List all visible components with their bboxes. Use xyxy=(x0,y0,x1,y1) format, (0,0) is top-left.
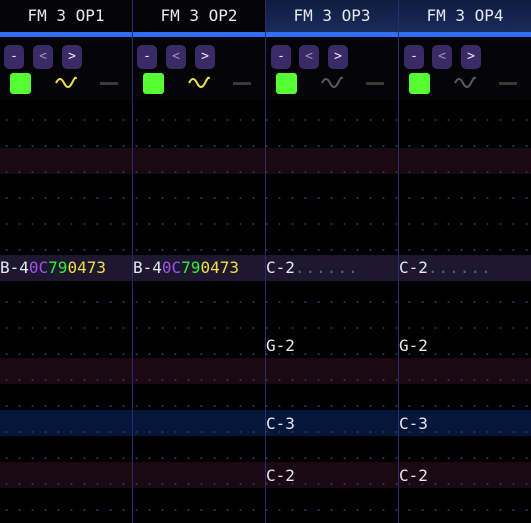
empty-columns: ...... xyxy=(427,258,492,277)
collapse-button[interactable]: - xyxy=(4,45,24,69)
note[interactable]: C-3 xyxy=(399,414,428,434)
channel-mode-indicator[interactable] xyxy=(233,82,251,85)
next-button[interactable]: > xyxy=(195,45,215,69)
channel-mode-indicator[interactable] xyxy=(100,82,118,85)
channel-color-bar xyxy=(266,32,398,37)
prev-button[interactable]: < xyxy=(166,45,186,69)
effect: 0473 xyxy=(200,258,239,277)
collapse-button[interactable]: - xyxy=(404,45,424,69)
note: B-4 xyxy=(133,258,162,277)
channel-2: FM 3 OP2 - < > xyxy=(133,0,265,100)
channel-mode-indicator[interactable] xyxy=(499,82,517,85)
note[interactable]: G-2 xyxy=(266,336,295,356)
effect: 0473 xyxy=(67,258,106,277)
note: C-2 xyxy=(399,258,428,277)
channel-color-bar xyxy=(0,32,132,37)
channel-title[interactable]: FM 3 OP3 xyxy=(266,0,398,33)
sine-wave-icon[interactable] xyxy=(321,74,343,92)
pattern-cell[interactable]: B-40C790473 xyxy=(133,258,239,278)
collapse-button[interactable]: - xyxy=(271,45,291,69)
channel-1: FM 3 OP1 - < > xyxy=(0,0,132,100)
next-button[interactable]: > xyxy=(328,45,348,69)
prev-button[interactable]: < xyxy=(432,45,452,69)
channel-mode-indicator[interactable] xyxy=(366,82,384,85)
note[interactable]: C-2 xyxy=(399,466,428,486)
next-button[interactable]: > xyxy=(461,45,481,69)
channel-title[interactable]: FM 3 OP1 xyxy=(0,0,132,33)
pattern-cell[interactable]: C-2...... xyxy=(266,258,359,278)
channel-enable-toggle[interactable] xyxy=(10,73,31,94)
sine-wave-icon[interactable] xyxy=(454,74,476,92)
sine-wave-icon[interactable] xyxy=(188,74,210,92)
prev-button[interactable]: < xyxy=(33,45,53,69)
channel-color-bar xyxy=(399,32,531,37)
channel-title[interactable]: FM 3 OP4 xyxy=(399,0,531,33)
channel-enable-toggle[interactable] xyxy=(276,73,297,94)
note[interactable]: C-2 xyxy=(266,466,295,486)
note: C-2 xyxy=(266,258,295,277)
prev-button[interactable]: < xyxy=(299,45,319,69)
note: B-4 xyxy=(0,258,29,277)
instrument: 0C xyxy=(161,258,182,277)
pattern-cell[interactable]: B-40C790473 xyxy=(0,258,106,278)
channel-enable-toggle[interactable] xyxy=(143,73,164,94)
note[interactable]: G-2 xyxy=(399,336,428,356)
pattern-cell[interactable]: C-2...... xyxy=(399,258,492,278)
channel-color-bar xyxy=(133,32,265,37)
channel-3: FM 3 OP3 - < > xyxy=(266,0,398,100)
instrument: 0C xyxy=(28,258,49,277)
next-button[interactable]: > xyxy=(62,45,82,69)
empty-columns: ...... xyxy=(294,258,359,277)
channel-enable-toggle[interactable] xyxy=(409,73,430,94)
note[interactable]: C-3 xyxy=(266,414,295,434)
sine-wave-icon[interactable] xyxy=(55,74,77,92)
channel-4: FM 3 OP4 - < > xyxy=(399,0,531,100)
volume: 79 xyxy=(181,258,201,277)
collapse-button[interactable]: - xyxy=(137,45,157,69)
volume: 79 xyxy=(48,258,68,277)
channel-title[interactable]: FM 3 OP2 xyxy=(133,0,265,33)
